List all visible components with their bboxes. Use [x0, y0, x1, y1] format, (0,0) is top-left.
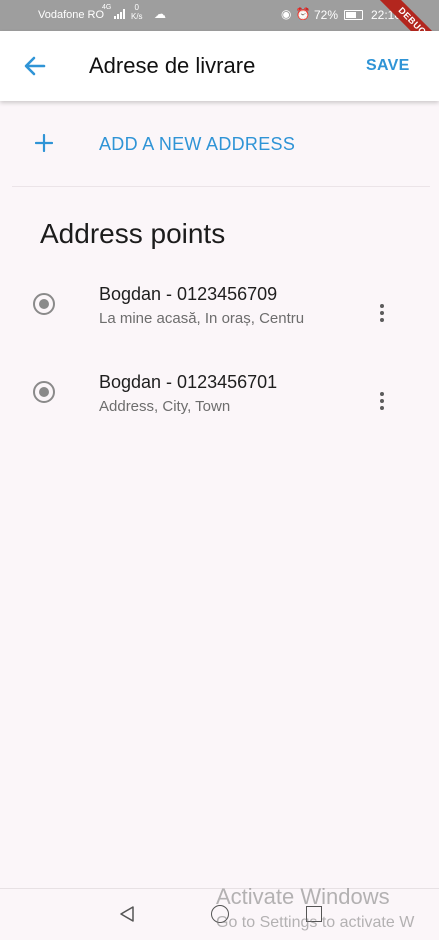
- signal-icon: [114, 9, 125, 19]
- network-type: 4G: [102, 4, 112, 11]
- address-item[interactable]: Bogdan - 0123456701 Address, City, Town: [0, 372, 439, 451]
- address-radio[interactable]: [33, 293, 55, 315]
- add-address-label: ADD A NEW ADDRESS: [99, 134, 296, 154]
- back-arrow-icon[interactable]: [22, 53, 48, 79]
- activate-windows-title: Activate Windows: [216, 884, 390, 909]
- status-icons: ◉ ⏰: [281, 7, 310, 21]
- eye-icon: ◉: [281, 7, 292, 21]
- speed-value: 0: [134, 3, 139, 12]
- nav-back-icon[interactable]: [118, 905, 136, 923]
- speed-unit: K/s: [131, 12, 143, 21]
- battery-percent: 72%: [314, 8, 339, 22]
- address-radio[interactable]: [33, 381, 55, 403]
- battery-icon: [344, 10, 363, 20]
- status-bar: Vodafone RO 4G 0 K/s ☁ ◉ ⏰ 72% 22:10: [0, 0, 439, 31]
- add-address-button[interactable]: ADD A NEW ADDRESS: [0, 118, 439, 170]
- carrier-name: Vodafone RO: [38, 9, 105, 21]
- section-title: Address points: [40, 218, 226, 249]
- cloud-icon: ☁: [154, 7, 166, 21]
- app-bar: Adrese de livrare SAVE: [0, 31, 439, 101]
- address-name: Bogdan - 0123456701: [99, 372, 278, 392]
- activate-windows-subtitle: Go to Settings to activate W: [216, 914, 415, 931]
- save-button[interactable]: SAVE: [366, 57, 410, 75]
- address-detail: La mine acasă, In oraș, Centru: [99, 310, 305, 327]
- more-vert-icon[interactable]: [374, 392, 390, 416]
- network-speed: 0 K/s: [131, 3, 143, 21]
- address-name: Bogdan - 0123456709: [99, 284, 278, 304]
- page-title: Adrese de livrare: [89, 53, 256, 78]
- plus-icon: [34, 133, 54, 153]
- alarm-icon: ⏰: [295, 7, 311, 21]
- address-item[interactable]: Bogdan - 0123456709 La mine acasă, In or…: [0, 284, 439, 363]
- more-vert-icon[interactable]: [374, 304, 390, 328]
- address-detail: Address, City, Town: [99, 398, 231, 415]
- divider: [12, 186, 430, 187]
